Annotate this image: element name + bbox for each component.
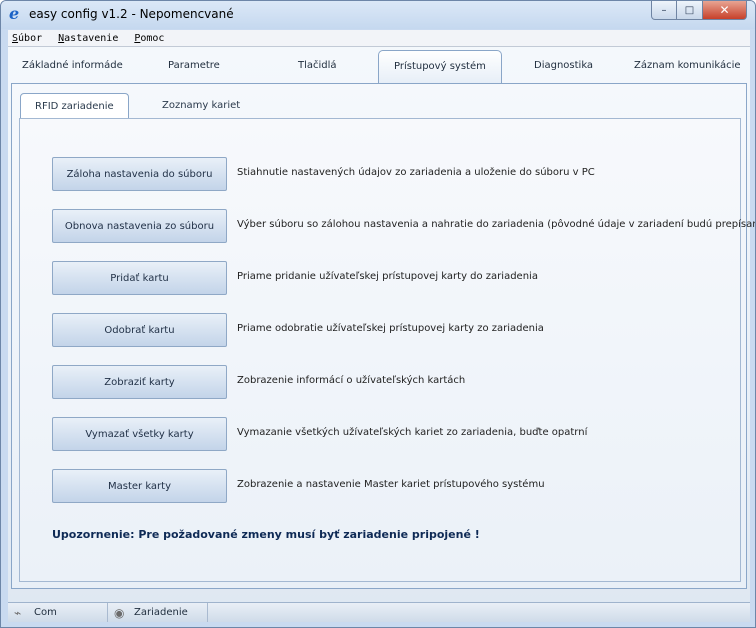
show-cards-button[interactable]: Zobraziť karty bbox=[52, 365, 227, 399]
subtab-zoznamy-kariet[interactable]: Zoznamy kariet bbox=[162, 100, 240, 111]
maximize-button[interactable]: □ bbox=[676, 1, 703, 20]
status-device-label: Zariadenie bbox=[134, 607, 188, 618]
status-device: ◉ Zariadenie bbox=[108, 603, 208, 622]
restore-from-file-button[interactable]: Obnova nastavenia zo súboru bbox=[52, 209, 227, 243]
tab-content-panel: RFID zariadenie Zoznamy kariet Záloha na… bbox=[11, 83, 755, 589]
remove-card-button[interactable]: Odobrať kartu bbox=[52, 313, 227, 347]
action-row: Master karty Zobrazenie a nastavenie Mas… bbox=[52, 469, 742, 503]
e-logo-icon: e bbox=[9, 4, 20, 23]
action-row: Pridať kartu Priame pridanie užívateľske… bbox=[52, 261, 742, 295]
add-card-button[interactable]: Pridať kartu bbox=[52, 261, 227, 295]
status-bar: ⌁ Com ◉ Zariadenie bbox=[8, 602, 750, 622]
delete-all-cards-button[interactable]: Vymazať všetky karty bbox=[52, 417, 227, 451]
title-bar[interactable]: e easy config v1.2 - Nepomencvané bbox=[1, 1, 755, 29]
app-window: e easy config v1.2 - Nepomencvané – □ ✕ … bbox=[0, 0, 756, 628]
close-button[interactable]: ✕ bbox=[702, 1, 747, 20]
tab-parametre[interactable]: Parametre bbox=[168, 60, 220, 71]
minimize-button[interactable]: – bbox=[651, 1, 677, 20]
connection-warning: Upozornenie: Pre požadované zmeny musí b… bbox=[52, 528, 480, 541]
action-row: Záloha nastavenia do súboru Stiahnutie n… bbox=[52, 157, 742, 191]
tab-tlacidla[interactable]: Tlačidlá bbox=[298, 60, 337, 71]
tab-zakladne-informacie[interactable]: Základné informáde bbox=[22, 60, 123, 71]
menu-subor-label: úbor bbox=[18, 32, 43, 44]
plug-icon: ⌁ bbox=[14, 605, 22, 620]
status-com: ⌁ Com bbox=[8, 603, 108, 622]
tab-zaznam-komunikacie[interactable]: Záznam komunikácie bbox=[634, 60, 741, 71]
action-row: Vymazať všetky karty Vymazanie všetkých … bbox=[52, 417, 742, 451]
restore-description: Výber súboru so zálohou nastavenia a nah… bbox=[237, 219, 756, 230]
action-row: Zobraziť karty Zobrazenie informácí o už… bbox=[52, 365, 742, 399]
tab-pristupovy-system[interactable]: Prístupový systém bbox=[378, 50, 502, 84]
menu-bar: Súbor Nastavenie Pomoc bbox=[8, 30, 750, 47]
remove-card-description: Priame odobratie užívateľskej prístupove… bbox=[237, 323, 544, 334]
menu-pomoc[interactable]: Pomoc bbox=[126, 33, 172, 44]
action-row: Obnova nastavenia zo súboru Výber súboru… bbox=[52, 209, 755, 243]
action-row: Odobrať kartu Priame odobratie užívateľs… bbox=[52, 313, 742, 347]
tab-diagnostika[interactable]: Diagnostika bbox=[534, 60, 593, 71]
window-title: easy config v1.2 - Nepomencvané bbox=[29, 7, 234, 21]
menu-pomoc-label: omoc bbox=[140, 32, 165, 44]
backup-to-file-button[interactable]: Záloha nastavenia do súboru bbox=[52, 157, 227, 191]
menu-nastavenie-label: astavenie bbox=[64, 32, 119, 44]
status-com-label: Com bbox=[34, 607, 57, 618]
menu-subor[interactable]: Súbor bbox=[8, 33, 50, 44]
client-area: Základné informáde Parametre Tlačidlá Pr… bbox=[8, 47, 755, 602]
master-cards-button[interactable]: Master karty bbox=[52, 469, 227, 503]
add-card-description: Priame pridanie užívateľskej prístupovej… bbox=[237, 271, 538, 282]
device-icon: ◉ bbox=[114, 605, 125, 620]
delete-all-description: Vymazanie všetkých užívateľských kariet … bbox=[237, 427, 588, 438]
show-cards-description: Zobrazenie informácí o užívateľských kar… bbox=[237, 375, 466, 386]
main-tabs: Základné informáde Parametre Tlačidlá Pr… bbox=[8, 47, 750, 84]
menu-nastavenie[interactable]: Nastavenie bbox=[50, 33, 126, 44]
master-cards-description: Zobrazenie a nastavenie Master kariet pr… bbox=[237, 479, 545, 490]
backup-description: Stiahnutie nastavených údajov zo zariade… bbox=[237, 167, 595, 178]
subtab-rfid-zariadenie[interactable]: RFID zariadenie bbox=[20, 93, 129, 118]
rfid-panel: Záloha nastavenia do súboru Stiahnutie n… bbox=[19, 118, 755, 582]
